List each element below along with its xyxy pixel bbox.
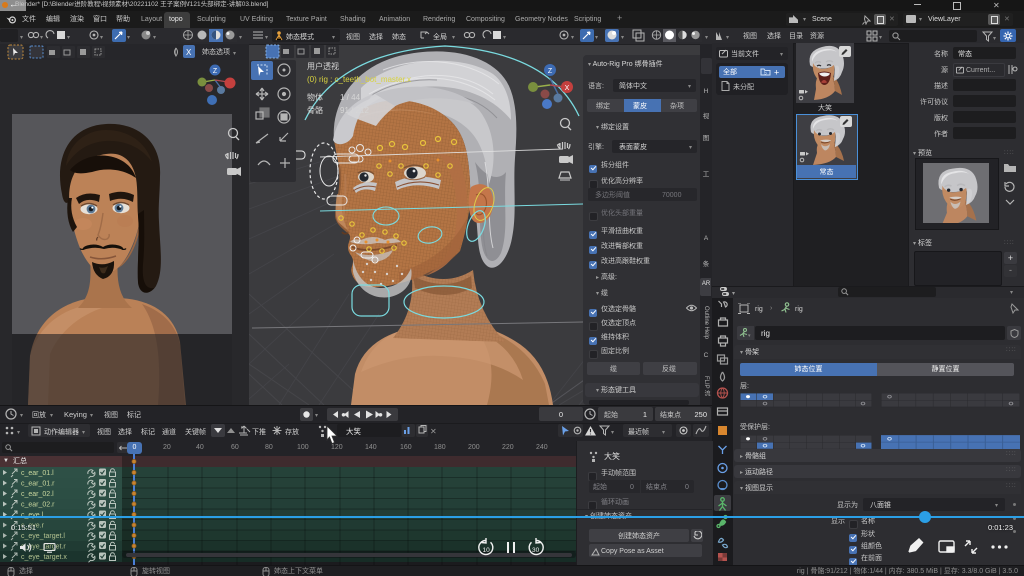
svg-text:▾: ▾ bbox=[239, 35, 242, 41]
svg-text:▾: ▾ bbox=[726, 35, 729, 41]
svg-text:c_ear_01.r: c_ear_01.r bbox=[21, 481, 55, 488]
svg-text:Keying: Keying bbox=[64, 410, 87, 419]
svg-text:全局: 全局 bbox=[433, 32, 447, 41]
svg-text:▾: ▾ bbox=[571, 35, 574, 41]
svg-text:✕: ✕ bbox=[430, 427, 437, 436]
svg-text:视图: 视图 bbox=[97, 427, 111, 436]
svg-text:1: 1 bbox=[643, 410, 647, 419]
svg-text:▾: ▾ bbox=[503, 35, 506, 41]
svg-text:▾: ▾ bbox=[993, 36, 996, 42]
svg-text:▾: ▾ bbox=[82, 430, 85, 436]
svg-text:选择: 选择 bbox=[369, 32, 383, 41]
svg-text:▾: ▾ bbox=[705, 35, 708, 41]
svg-text:▾: ▾ bbox=[611, 430, 614, 436]
svg-text:选择: 选择 bbox=[118, 427, 132, 436]
svg-text:▾: ▾ bbox=[595, 35, 598, 41]
svg-text:▾: ▾ bbox=[265, 35, 268, 41]
svg-text:▾: ▾ bbox=[50, 413, 53, 419]
svg-text:▾: ▾ bbox=[127, 35, 130, 41]
svg-text:姉态模式: 姉态模式 bbox=[286, 32, 314, 41]
svg-text:视图: 视图 bbox=[346, 32, 360, 41]
svg-text:视图: 视图 bbox=[104, 410, 118, 419]
svg-text:0: 0 bbox=[559, 410, 563, 419]
svg-text:姉态: 姉态 bbox=[392, 32, 406, 41]
svg-text:X: X bbox=[186, 48, 192, 57]
svg-text:结束点: 结束点 bbox=[660, 410, 681, 419]
svg-text:最近帧: 最近帧 bbox=[628, 427, 649, 436]
svg-text:+: + bbox=[774, 68, 779, 78]
svg-text:X: X bbox=[565, 85, 570, 92]
svg-text:250: 250 bbox=[694, 410, 707, 419]
svg-text:▾: ▾ bbox=[90, 413, 93, 419]
svg-text:10: 10 bbox=[483, 547, 491, 554]
svg-text:关键帧: 关键帧 bbox=[185, 427, 206, 436]
svg-text:▾: ▾ bbox=[662, 430, 665, 436]
svg-text:存放: 存放 bbox=[285, 427, 299, 436]
svg-text:起始: 起始 bbox=[604, 410, 618, 419]
svg-text:30: 30 bbox=[532, 547, 540, 554]
svg-text:▾: ▾ bbox=[452, 35, 455, 41]
svg-text:c_ear_02.l: c_ear_02.l bbox=[21, 491, 54, 498]
svg-text:大笑: 大笑 bbox=[346, 426, 361, 436]
svg-text:标记: 标记 bbox=[127, 410, 141, 419]
svg-text:▾: ▾ bbox=[732, 291, 735, 297]
svg-text:▾: ▾ bbox=[748, 333, 751, 339]
svg-text:▾: ▾ bbox=[67, 35, 70, 41]
svg-text:▾: ▾ bbox=[17, 430, 20, 436]
svg-text:c_eye_target.x: c_eye_target.x bbox=[21, 554, 67, 561]
svg-text:下推: 下推 bbox=[252, 427, 266, 436]
svg-text:c_eye_target.l: c_eye_target.l bbox=[21, 533, 65, 540]
svg-text:▾: ▾ bbox=[332, 35, 335, 41]
svg-text:▾: ▾ bbox=[40, 35, 43, 41]
svg-text:动作编辑器: 动作编辑器 bbox=[44, 427, 79, 436]
svg-text:标记: 标记 bbox=[141, 427, 155, 436]
svg-text:▾: ▾ bbox=[20, 35, 23, 41]
svg-text:▾: ▾ bbox=[100, 35, 103, 41]
svg-text:▾: ▾ bbox=[20, 413, 23, 419]
svg-text:c_ear_02.r: c_ear_02.r bbox=[21, 502, 55, 509]
svg-text:回放: 回放 bbox=[32, 410, 46, 419]
svg-text:▾: ▾ bbox=[621, 35, 624, 41]
svg-text:▾: ▾ bbox=[153, 35, 156, 41]
svg-text:▾: ▾ bbox=[879, 35, 882, 41]
svg-text:Z: Z bbox=[213, 68, 218, 75]
svg-text:c_ear_01.l: c_ear_01.l bbox=[21, 470, 54, 477]
svg-text:Z: Z bbox=[548, 68, 553, 75]
svg-text:通道: 通道 bbox=[162, 427, 176, 436]
svg-text:5: 5 bbox=[764, 71, 767, 77]
svg-text:▾: ▾ bbox=[315, 413, 318, 419]
